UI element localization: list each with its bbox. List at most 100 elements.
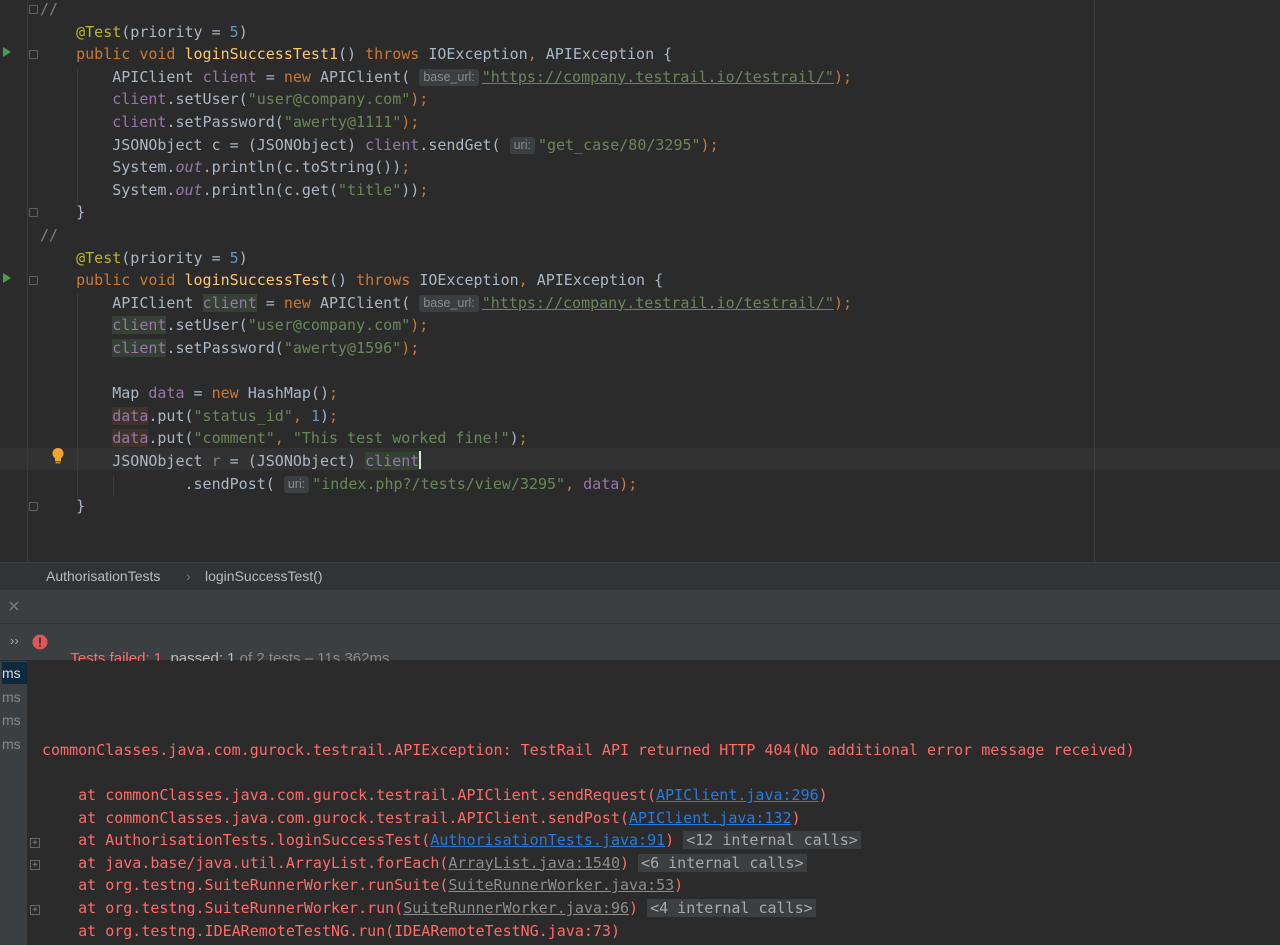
code-token: ; xyxy=(401,158,411,177)
test-tree: ms ms ms ms xyxy=(0,661,27,945)
code-line-content: // xyxy=(40,0,58,21)
code-line: data.put("status_id", 1); xyxy=(0,405,1280,428)
code-token: public void xyxy=(40,271,185,290)
code-token: loginSuccessTest xyxy=(184,271,330,290)
code-token: .println(c.toString()) xyxy=(202,158,402,177)
breadcrumb-method[interactable]: loginSuccessTest() xyxy=(205,568,323,584)
code-token: .put( xyxy=(148,429,194,448)
code-token: .put( xyxy=(148,406,194,425)
code-token: ; xyxy=(518,429,528,448)
code-token: @Test xyxy=(40,22,122,41)
text-caret xyxy=(419,451,422,469)
code-token: client xyxy=(40,113,167,131)
code-token: "awerty@1111" xyxy=(283,113,402,131)
code-token: new xyxy=(283,67,320,86)
code-token: , xyxy=(274,429,293,448)
code-token: APIException { xyxy=(545,45,673,64)
code-token: IOException xyxy=(428,45,528,64)
code-token: .sendGet( xyxy=(419,135,510,154)
code-line-content: JSONObject r = (JSONObject) client xyxy=(40,450,422,473)
internal-calls-fold[interactable]: <12 internal calls> xyxy=(683,831,861,850)
code-line-content: Map data = new HashMap(); xyxy=(40,382,338,405)
code-token: "https://company.testrail.io/testrail/" xyxy=(481,67,834,86)
code-line: APIClient client = new APIClient( base_u… xyxy=(0,66,1280,89)
code-token: .sendPost( xyxy=(40,474,284,493)
stack-frame-suffix: ) xyxy=(619,853,630,872)
code-token: ); xyxy=(401,113,420,131)
code-token: ); xyxy=(619,474,638,493)
tree-item[interactable]: ms xyxy=(2,733,21,755)
code-token: } xyxy=(40,497,86,516)
code-token: ); xyxy=(833,67,853,86)
code-token: client xyxy=(112,316,167,335)
stack-frame-text: at java.base/java.util.ArrayList.forEach… xyxy=(42,853,449,872)
source-link[interactable]: ArrayList.java:1540 xyxy=(448,854,620,872)
code-line-content: APIClient client = new APIClient( base_u… xyxy=(40,66,852,89)
code-token: public void xyxy=(40,45,185,64)
code-token: data xyxy=(583,474,620,493)
code-token: ; xyxy=(329,384,339,403)
code-token: System. xyxy=(40,180,176,199)
code-line-content: } xyxy=(40,201,85,224)
code-token: , xyxy=(565,474,584,493)
code-token: Map xyxy=(40,384,149,403)
code-line-content: System.out.println(c.toString()); xyxy=(40,156,410,179)
code-line-content: JSONObject c = (JSONObject) client.sendG… xyxy=(40,134,719,157)
code-line: APIClient client = new APIClient( base_u… xyxy=(0,292,1280,315)
stack-frame-text: at org.testng.SuiteRunnerWorker.run( xyxy=(42,899,404,917)
code-line: client.setUser("user@company.com"); xyxy=(0,314,1280,337)
code-token: () xyxy=(338,45,366,64)
source-link[interactable]: AuthorisationTests.java:91 xyxy=(430,831,665,849)
stack-frame: at org.testng.SuiteRunnerWorker.run(Suit… xyxy=(42,897,816,919)
code-editor[interactable]: // @Test(priority = 5) public void login… xyxy=(0,0,1280,562)
code-token: = xyxy=(256,293,284,312)
code-token: client xyxy=(40,90,167,109)
tree-item[interactable]: ms xyxy=(2,662,27,684)
code-token: "user@company.com" xyxy=(247,90,411,109)
expand-icon[interactable]: ›› xyxy=(10,633,19,648)
stack-frame: at org.testng.IDEARemoteTestNG.run(IDEAR… xyxy=(42,920,620,942)
code-token: IOException xyxy=(419,271,519,290)
tree-item[interactable]: ms xyxy=(2,709,21,731)
run-toolbar xyxy=(0,590,1280,624)
code-line: Map data = new HashMap(); xyxy=(0,382,1280,405)
parameter-hint: base_url: xyxy=(419,294,479,312)
code-token: // xyxy=(40,226,59,244)
source-link[interactable]: SuiteRunnerWorker.java:96 xyxy=(403,899,629,917)
source-link[interactable]: APIClient.java:296 xyxy=(656,786,819,804)
code-token: 5 xyxy=(229,22,239,41)
code-token: throws xyxy=(356,271,420,290)
stack-frame-text: at AuthorisationTests.loginSuccessTest( xyxy=(42,831,431,850)
breadcrumb: AuthorisationTests › loginSuccessTest() xyxy=(0,562,1280,590)
breadcrumb-class[interactable]: AuthorisationTests xyxy=(46,568,160,584)
tree-item[interactable]: ms xyxy=(2,686,21,708)
expand-internal-calls-icon[interactable]: + xyxy=(30,905,40,915)
code-line: @Test(priority = 5) xyxy=(0,21,1280,44)
expand-internal-calls-icon[interactable]: + xyxy=(30,860,40,870)
code-line: public void loginSuccessTest1() throws I… xyxy=(0,43,1280,66)
close-icon[interactable] xyxy=(8,600,20,612)
internal-calls-fold[interactable]: <6 internal calls> xyxy=(638,853,807,872)
code-token: ) xyxy=(238,22,248,41)
stack-frame-text: at org.testng.IDEARemoteTestNG.run(IDEAR… xyxy=(42,921,620,940)
code-token: throws xyxy=(365,45,429,64)
code-token: "get_case/80/3295" xyxy=(537,135,701,154)
code-token: ); xyxy=(833,293,853,312)
internal-calls-fold[interactable]: <4 internal calls> xyxy=(647,899,816,917)
code-line: System.out.println(c.toString()); xyxy=(0,156,1280,179)
code-line: // xyxy=(0,224,1280,247)
code-token: .setUser( xyxy=(166,90,248,109)
code-token: (priority = xyxy=(121,22,230,41)
source-link[interactable]: SuiteRunnerWorker.java:53 xyxy=(448,876,674,894)
stack-frame-suffix: ) xyxy=(629,899,639,917)
code-token: r xyxy=(211,452,221,470)
code-token: loginSuccessTest1 xyxy=(184,45,339,64)
code-token: ); xyxy=(401,339,420,357)
code-token: "awerty@1596" xyxy=(283,339,402,357)
expand-internal-calls-icon[interactable]: + xyxy=(30,838,40,848)
source-link[interactable]: APIClient.java:132 xyxy=(629,809,792,827)
console-output[interactable]: commonClasses.java.com.gurock.testrail.A… xyxy=(27,661,1280,945)
code-token: , xyxy=(527,45,546,64)
